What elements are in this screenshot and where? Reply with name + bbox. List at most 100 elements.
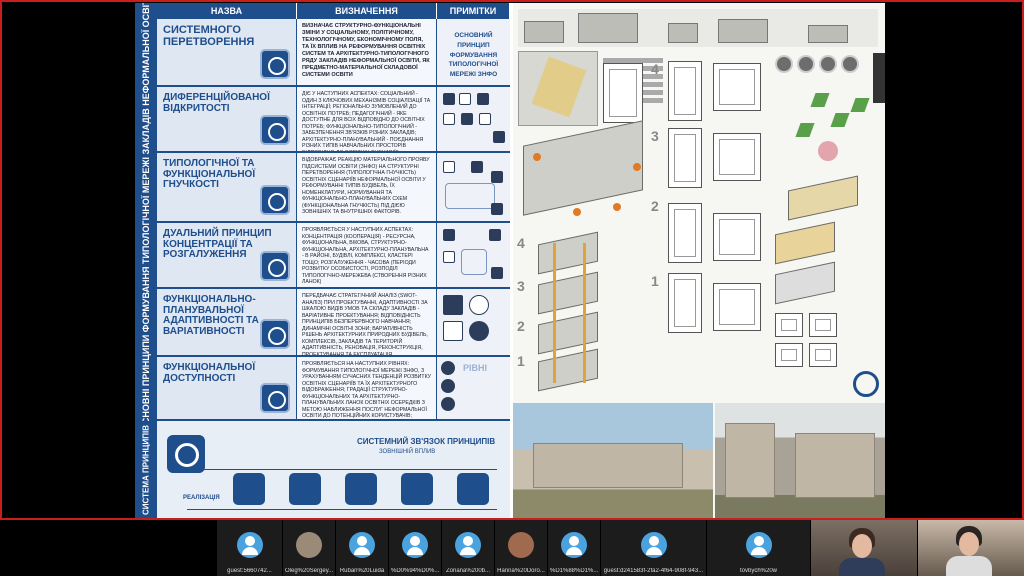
diagram-icon: [493, 131, 505, 143]
user-icon: [775, 55, 793, 73]
diagram-icon: [443, 113, 455, 125]
principle-name: ФУНКЦІОНАЛЬНОЇ ДОСТУПНОСТІ: [163, 362, 256, 384]
participant-name: %D1%88%D1%...: [550, 568, 598, 574]
principle-definition: ВІДОБРАЖАЄ РЕАКЦІЮ МАТЕРІАЛЬНОГО ПРОЯВУ …: [297, 153, 437, 221]
participant-tile[interactable]: Ruban%20Luida: [336, 520, 388, 576]
render-photo-1: [513, 403, 713, 518]
diagram-icon: [443, 229, 455, 241]
principle-name: СИСТЕМНОГО ПЕРЕТВОРЕННЯ: [163, 24, 255, 48]
camera-feed-1[interactable]: [811, 520, 917, 576]
person-icon: [349, 532, 375, 558]
side-label-text: ОСНОВНІ ПРИНЦИПИ ФОРМУВАННЯ ТИПОЛОГІЧНОЇ…: [141, 3, 151, 432]
floor-plan: [713, 283, 761, 331]
principle-name-cell: ДИФЕРЕНЦІЙОВАНОЇ ВІДКРИТОСТІ: [157, 87, 297, 151]
camera-feed-2[interactable]: [918, 520, 1024, 576]
shared-slide: ОСНОВНІ ПРИНЦИПИ ФОРМУВАННЯ ТИПОЛОГІЧНОЇ…: [135, 3, 885, 518]
green-block: [810, 93, 830, 107]
levels-label: РІВНІ: [463, 363, 488, 373]
level-icon: [441, 379, 455, 393]
principle-definition: ПЕРЕДБАЧАЄ СТРАТЕГІЧНИЙ АНАЛІЗ (SWOT-АНА…: [297, 289, 437, 355]
diagram-icon: [459, 93, 471, 105]
elevation-drawing: [518, 9, 878, 47]
principle-note-cell: РІВНІ: [437, 357, 510, 419]
floor-plan: [668, 128, 702, 188]
building-render: [533, 443, 683, 488]
participant-name: %D0%94%D0%...: [391, 568, 439, 574]
user-icon: [819, 55, 837, 73]
network-icon: [260, 49, 290, 79]
network-icon: [167, 435, 205, 473]
poster-tab: [873, 53, 885, 103]
participant-name: Hanna%20Doro...: [497, 568, 545, 574]
user-icon: [797, 55, 815, 73]
avatar: [508, 532, 534, 558]
participant-tile[interactable]: %D0%94%D0%...: [389, 520, 441, 576]
diagram-icon: [479, 113, 491, 125]
function-icon: [775, 313, 803, 337]
floor-plan: [713, 213, 761, 261]
isometric-floor: [538, 231, 598, 275]
principle-definition: ВИЗНАЧАЄ СТРУКТУРНО-ФУНКЦІОНАЛЬНІ ЗМІНИ …: [297, 19, 437, 85]
person-icon: [561, 532, 587, 558]
tree-icon: [533, 153, 541, 161]
participant-tile[interactable]: guest:5660742...: [217, 520, 282, 576]
principle-definition: ПРОЯВЛЯЄТЬСЯ НА НАСТУПНИХ РІВНЯХ: ФОРМУВ…: [297, 357, 437, 419]
diagram-icon: [461, 113, 473, 125]
participant-name: guest:d241583f-2fa2-4f64-908f-943...: [603, 568, 704, 574]
tree-icon: [633, 163, 641, 171]
floor-plan: [713, 133, 761, 181]
person-icon: [402, 532, 428, 558]
participant-tile[interactable]: tovbych%20w: [707, 520, 810, 576]
diagram-icon: [491, 267, 503, 279]
participant-tile[interactable]: Hanna%20Doro...: [495, 520, 547, 576]
principle-name-cell: ФУНКЦІОНАЛЬНОЇ ДОСТУПНОСТІ: [157, 357, 297, 419]
participant-tile[interactable]: Zoriana%200b...: [442, 520, 494, 576]
function-icon: [775, 343, 803, 367]
building-render: [795, 433, 875, 498]
principle-note-cell: ОСНОВНИЙ ПРИНЦИП ФОРМУВАННЯ ТИПОЛОГІЧНОЇ…: [437, 19, 510, 85]
system-of-principles: СИСТЕМНИЙ ЗВ'ЯЗОК ПРИНЦИПІВ ЗОВНІШНІЙ ВП…: [157, 421, 510, 518]
principle-name-cell: ФУНКЦІОНАЛЬНО-ПЛАНУВАЛЬНОЇ АДАПТИВНОСТІ …: [157, 289, 297, 355]
isometric-model: [788, 175, 858, 221]
flexibility-icon: [289, 473, 321, 505]
building-elevation: [578, 13, 638, 43]
user-icon: [841, 55, 859, 73]
participant-name: Oleg%20Sergey...: [285, 568, 333, 574]
render-photo-2: [715, 403, 885, 518]
header-notes: ПРИМІТКИ: [437, 3, 510, 19]
function-icon: [809, 313, 837, 337]
building-render: [725, 423, 775, 498]
diagram-icon: [491, 171, 503, 183]
accessibility-icon: [457, 473, 489, 505]
connector-line: [187, 469, 497, 470]
tree-icon: [573, 208, 581, 216]
building-elevation: [808, 25, 848, 43]
isometric-floor: [538, 311, 598, 355]
diagram-icon: [443, 161, 455, 173]
participant-name: Zoriana%200b...: [445, 568, 491, 574]
table-row: ДИФЕРЕНЦІЙОВАНОЇ ВІДКРИТОСТІ ДІЄ У НАСТУ…: [157, 87, 510, 153]
structure-column: [583, 243, 586, 383]
person-icon: [640, 532, 667, 558]
adaptivity-icon: [401, 473, 433, 505]
principle-note-cell: [437, 289, 510, 355]
floor-plan: [603, 63, 643, 123]
diagram-icon: [491, 203, 503, 215]
building-elevation: [718, 19, 768, 43]
diagram-icon: [443, 251, 455, 263]
table-row: ФУНКЦІОНАЛЬНО-ПЛАНУВАЛЬНОЇ АДАПТИВНОСТІ …: [157, 289, 510, 357]
openness-icon: [233, 473, 265, 505]
avatar: [296, 532, 322, 558]
flow-diagram: [461, 249, 487, 275]
principle-note: ОСНОВНИЙ ПРИНЦИП ФОРМУВАННЯ ТИПОЛОГІЧНОЇ…: [448, 32, 499, 78]
isometric-model: [775, 261, 835, 305]
structure-column: [553, 243, 556, 383]
principles-table-poster: ОСНОВНІ ПРИНЦИПИ ФОРМУВАННЯ ТИПОЛОГІЧНОЇ…: [135, 3, 510, 518]
connector-line: [187, 509, 497, 510]
participant-tile[interactable]: guest:d241583f-2fa2-4f64-908f-943...: [601, 520, 706, 576]
participant-tile[interactable]: %D1%88%D1%...: [548, 520, 600, 576]
diagram-icon: [471, 161, 483, 173]
person-icon: [236, 532, 263, 558]
participant-tile[interactable]: Oleg%20Sergey...: [283, 520, 335, 576]
isometric-floor: [538, 348, 598, 392]
